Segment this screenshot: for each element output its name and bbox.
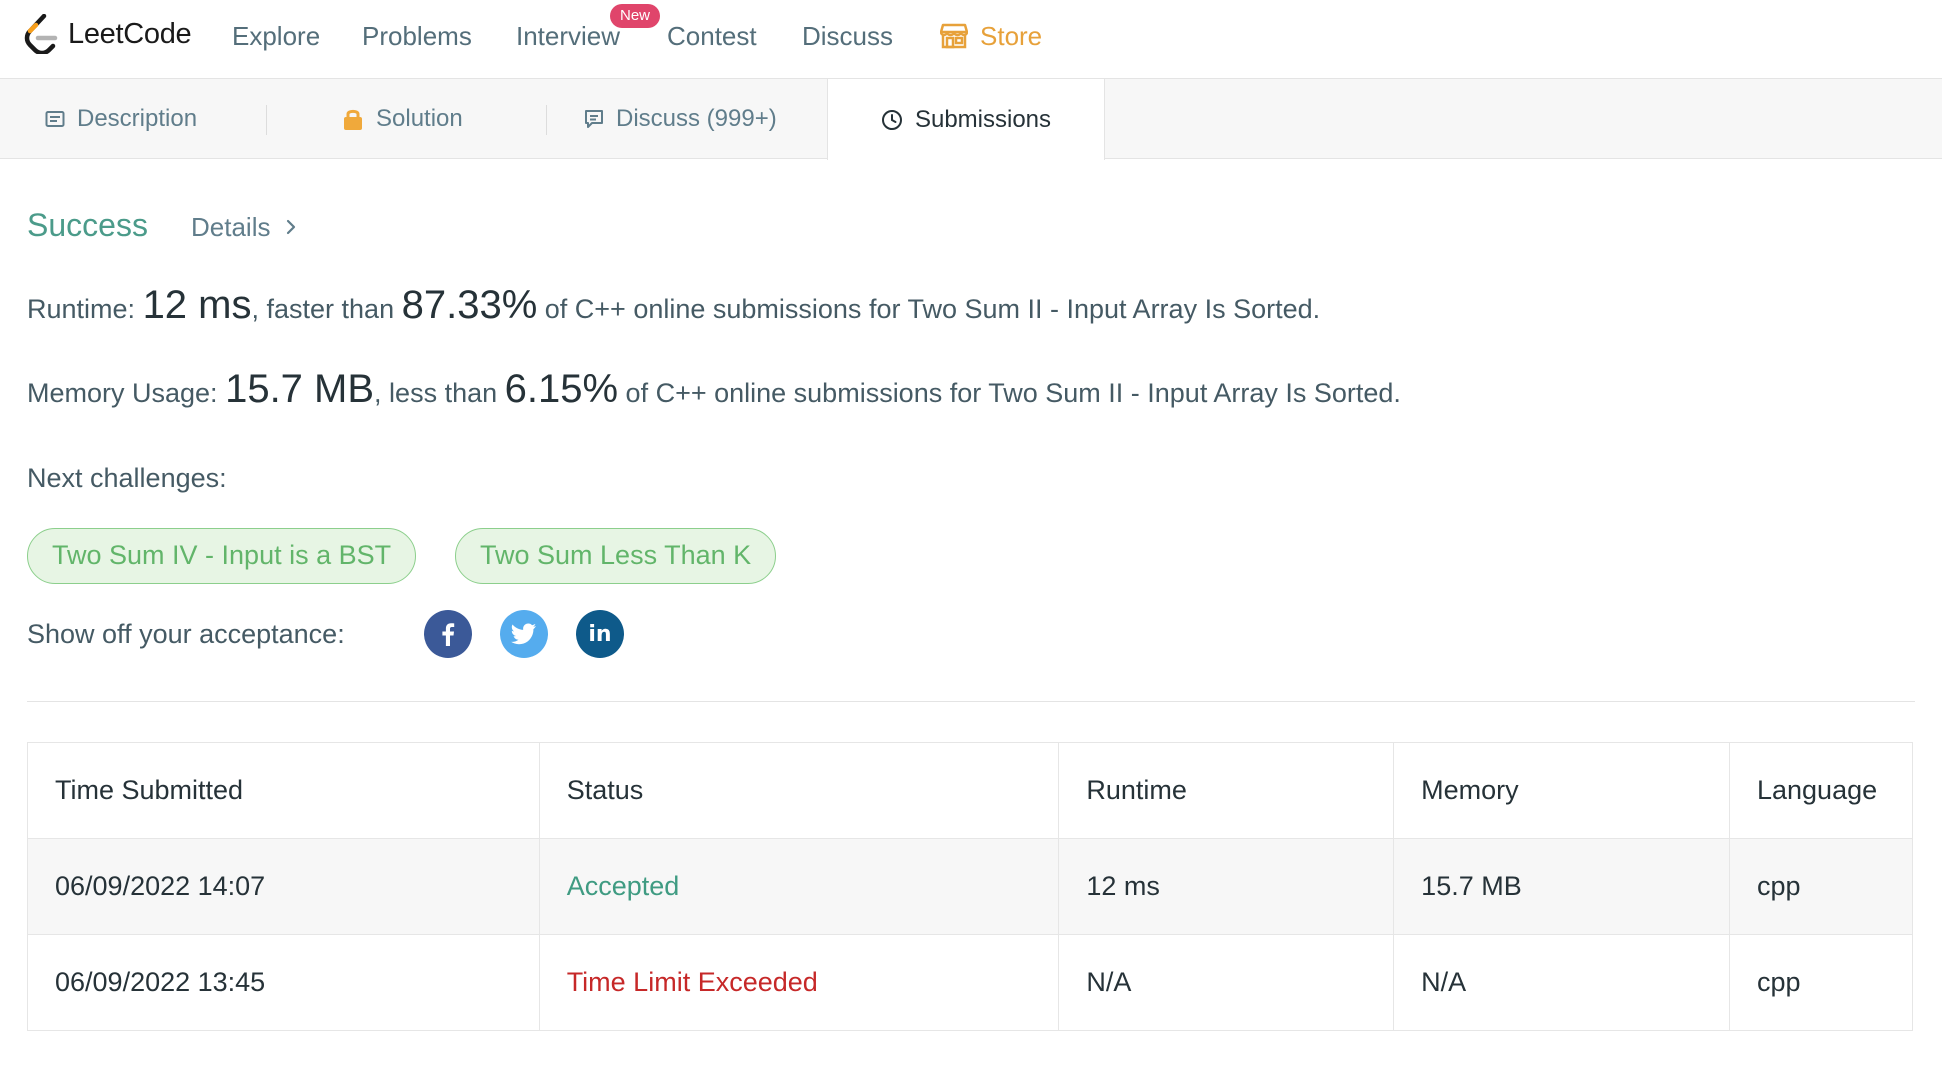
nav-problems[interactable]: Problems <box>362 18 472 54</box>
tab-divider <box>546 105 547 135</box>
details-link[interactable]: Details <box>191 210 296 244</box>
tab-description[interactable]: Description <box>45 79 197 159</box>
store-icon <box>940 23 968 49</box>
runtime-suffix: of C++ online submissions for Two Sum II… <box>537 294 1321 324</box>
tab-description-label: Description <box>77 105 198 132</box>
discuss-icon <box>585 110 603 128</box>
memory-value: 15.7 MB <box>225 367 375 411</box>
details-label: Details <box>191 212 271 242</box>
cell-language: cpp <box>1728 934 1914 1031</box>
cell-status-tle[interactable]: Time Limit Exceeded <box>538 934 1060 1031</box>
column-header-time: Time Submitted <box>27 742 540 839</box>
twitter-icon <box>511 623 536 645</box>
brand-name: LeetCode <box>68 17 192 50</box>
section-divider <box>27 701 1915 702</box>
runtime-stat: Runtime: 12 ms, faster than 87.33% of C+… <box>27 283 1320 328</box>
column-header-status: Status <box>538 742 1060 839</box>
column-header-runtime: Runtime <box>1058 742 1395 839</box>
new-badge: New <box>610 4 661 28</box>
memory-label: Memory Usage: <box>27 378 218 408</box>
tab-divider <box>266 105 267 135</box>
share-label: Show off your acceptance: <box>27 619 345 649</box>
tab-discuss[interactable]: Discuss (999+) <box>584 79 777 159</box>
logo[interactable]: LeetCode <box>24 12 192 56</box>
memory-percent: 6.15% <box>504 367 619 411</box>
column-header-memory: Memory <box>1393 742 1730 839</box>
tab-submissions[interactable]: Submissions <box>827 79 1105 160</box>
cell-runtime: 12 ms <box>1058 838 1395 935</box>
nav-store[interactable]: Store <box>940 18 1042 54</box>
chevron-right-icon <box>287 219 296 235</box>
lock-icon <box>344 109 362 130</box>
tab-solution[interactable]: Solution <box>342 79 463 159</box>
runtime-percent: 87.33% <box>401 283 538 327</box>
next-challenges-label: Next challenges: <box>27 463 227 493</box>
twitter-share-button[interactable] <box>500 610 548 658</box>
memory-stat: Memory Usage: 15.7 MB, less than 6.15% o… <box>27 367 1401 412</box>
nav-interview[interactable]: Interview <box>516 18 620 54</box>
linkedin-icon: in <box>588 621 612 647</box>
facebook-icon <box>442 623 455 646</box>
tab-submissions-label: Submissions <box>914 105 1052 133</box>
description-icon <box>45 111 65 127</box>
nav-store-label: Store <box>980 21 1043 51</box>
cell-language: cpp <box>1728 838 1914 935</box>
tab-discuss-label: Discuss (999+) <box>616 105 777 132</box>
table-header-row: Time Submitted Status Runtime Memory Lan… <box>27 742 1914 839</box>
table-row: 06/09/2022 14:07 Accepted 12 ms 15.7 MB … <box>27 838 1914 935</box>
facebook-share-button[interactable] <box>424 610 472 658</box>
clock-icon <box>881 109 902 130</box>
challenge-chip[interactable]: Two Sum Less Than K <box>455 528 777 584</box>
top-navbar: LeetCode Explore Problems Interview New … <box>0 0 1942 79</box>
cell-memory: 15.7 MB <box>1393 838 1730 935</box>
nav-discuss[interactable]: Discuss <box>802 18 893 54</box>
memory-comparison: , less than <box>374 378 505 408</box>
tab-solution-label: Solution <box>376 105 463 132</box>
cell-status-accepted[interactable]: Accepted <box>538 838 1060 935</box>
cell-memory: N/A <box>1393 934 1730 1031</box>
memory-suffix: of C++ online submissions for Two Sum II… <box>618 378 1401 408</box>
nav-explore[interactable]: Explore <box>232 18 320 54</box>
runtime-value: 12 ms <box>142 283 252 327</box>
linkedin-share-button[interactable]: in <box>576 610 624 658</box>
nav-contest[interactable]: Contest <box>667 18 757 54</box>
challenge-chip[interactable]: Two Sum IV - Input is a BST <box>27 528 417 584</box>
problem-tabs: Description Solution Discuss (999+) Subm… <box>0 79 1942 160</box>
cell-runtime: N/A <box>1058 934 1395 1031</box>
submissions-table: Time Submitted Status Runtime Memory Lan… <box>27 742 1914 1031</box>
cell-time: 06/09/2022 14:07 <box>27 838 540 935</box>
cell-time: 06/09/2022 13:45 <box>27 934 540 1031</box>
result-status: Success <box>27 207 148 243</box>
runtime-comparison: , faster than <box>251 294 402 324</box>
column-header-language: Language <box>1728 742 1914 839</box>
runtime-label: Runtime: <box>27 294 136 324</box>
table-row: 06/09/2022 13:45 Time Limit Exceeded N/A… <box>27 934 1914 1031</box>
leetcode-logo-icon <box>24 14 58 54</box>
